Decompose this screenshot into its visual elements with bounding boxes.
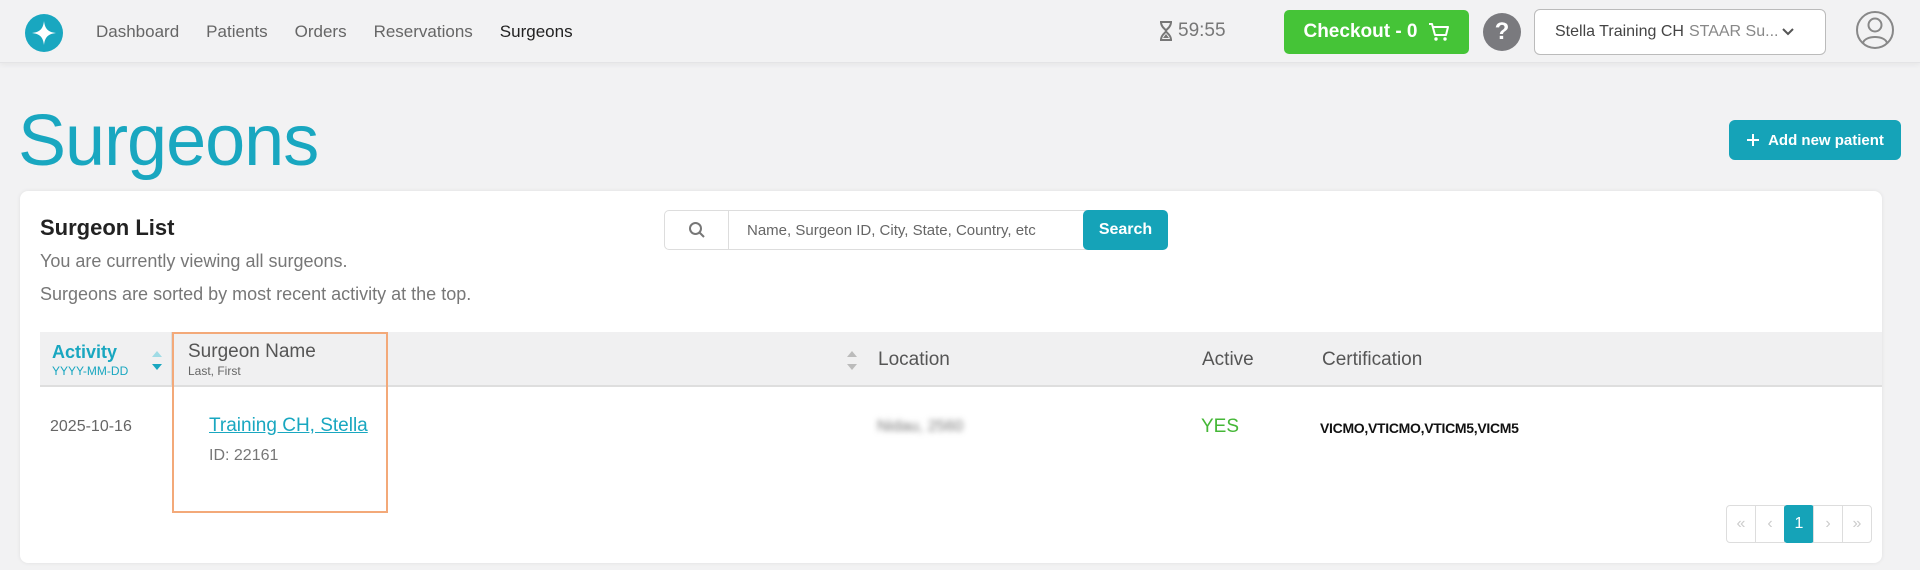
sort-icon[interactable]: [845, 347, 859, 375]
add-new-patient-button[interactable]: Add new patient: [1729, 120, 1901, 160]
certification-codes: VICMO,VTICMO,VTICM5,VICM5: [1320, 420, 1519, 436]
card-subtitle-sorting: Surgeons are sorted by most recent activ…: [40, 284, 472, 304]
activity-header-label: Activity: [52, 341, 118, 362]
help-icon: ?: [1494, 18, 1510, 45]
column-header-certification: Certification: [1322, 332, 1422, 387]
pagination: « ‹ 1 › »: [1726, 505, 1872, 543]
activity-header-format: YYYY-MM-DD: [52, 363, 129, 378]
chevron-down-icon: [1782, 28, 1794, 36]
checkout-label: Checkout - 0: [1303, 21, 1418, 42]
pagination-page-1[interactable]: 1: [1784, 505, 1814, 543]
account-selector[interactable]: Stella Training CH STAAR Su...: [1534, 9, 1826, 55]
sort-desc-active-icon[interactable]: [150, 347, 164, 375]
pagination-first[interactable]: «: [1726, 505, 1756, 543]
column-header-active: Active: [1202, 332, 1254, 387]
search-input[interactable]: [729, 211, 1093, 249]
account-org: STAAR Su...: [1688, 23, 1779, 40]
search-group: [664, 210, 1094, 250]
active-status: YES: [1201, 416, 1240, 437]
timer-value: 59:55: [1178, 20, 1226, 41]
column-header-activity[interactable]: Activity YYYY-MM-DD: [52, 332, 128, 387]
add-new-patient-label: Add new patient: [1768, 131, 1884, 149]
top-navbar: Dashboard Patients Orders Reservations S…: [0, 0, 1920, 63]
column-header-location: Location: [878, 332, 950, 387]
activity-date: 2025-10-16: [50, 418, 132, 435]
card-title: Surgeon List: [40, 215, 175, 240]
active-header-label: Active: [1202, 348, 1254, 370]
help-button[interactable]: ?: [1483, 13, 1521, 51]
main-nav: Dashboard Patients Orders Reservations S…: [96, 0, 600, 63]
highlight-box: [172, 332, 388, 513]
hourglass-icon: [1160, 21, 1172, 41]
nav-orders[interactable]: Orders: [295, 22, 347, 42]
certification-header-label: Certification: [1322, 348, 1423, 370]
location-header-label: Location: [878, 348, 950, 370]
session-timer: 59:55: [1158, 20, 1226, 42]
cart-icon: [1428, 23, 1449, 41]
plus-icon: [1747, 134, 1760, 146]
user-avatar-icon[interactable]: [1855, 10, 1895, 50]
account-name: Stella Training CH: [1555, 23, 1684, 40]
pagination-next[interactable]: ›: [1813, 505, 1843, 543]
app-logo-icon[interactable]: [25, 14, 63, 52]
search-icon: [665, 211, 729, 249]
search-button[interactable]: Search: [1083, 210, 1168, 250]
card-subtitle-viewing: You are currently viewing all surgeons.: [40, 251, 348, 271]
nav-reservations[interactable]: Reservations: [374, 22, 473, 42]
pagination-last[interactable]: »: [1842, 505, 1872, 543]
nav-patients[interactable]: Patients: [206, 22, 267, 42]
surgeon-location: Nidau, 2560: [877, 418, 964, 435]
page-title: Surgeons: [18, 101, 319, 181]
pagination-prev[interactable]: ‹: [1755, 505, 1785, 543]
nav-dashboard[interactable]: Dashboard: [96, 22, 179, 42]
checkout-button[interactable]: Checkout - 0: [1284, 10, 1469, 54]
nav-surgeons[interactable]: Surgeons: [500, 22, 573, 42]
